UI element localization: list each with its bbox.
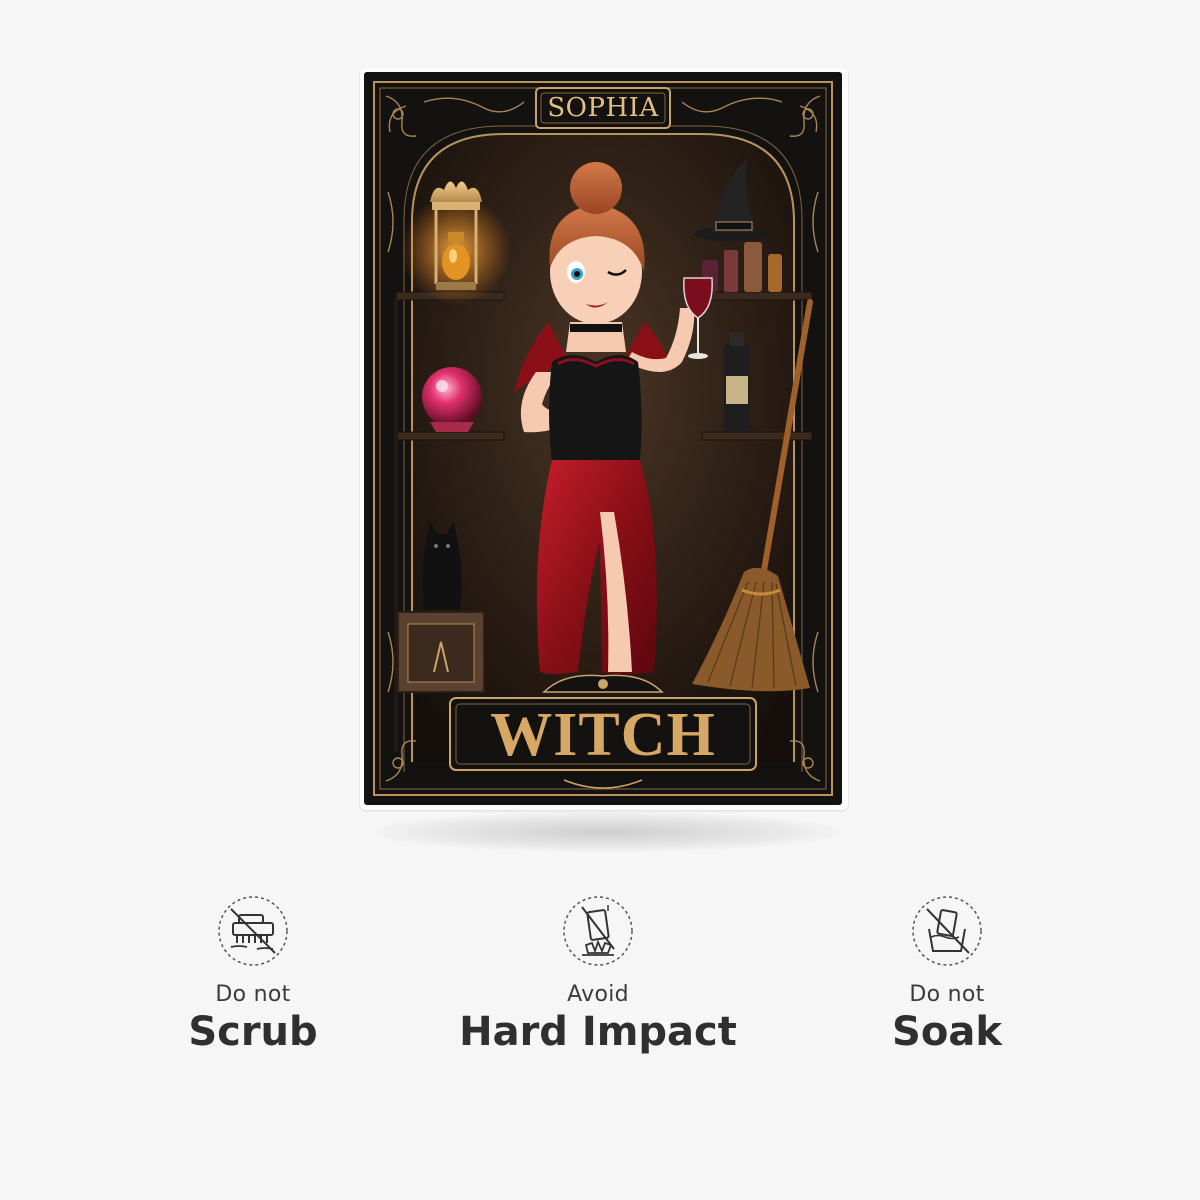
care-instructions: Do not Scrub Avoid Hard Impact Do not So… (0, 895, 1200, 1075)
care-sub-label: Avoid (567, 982, 629, 1007)
care-item-soak: Do not Soak (787, 895, 1107, 1055)
product-shadow (372, 812, 842, 852)
card-name: SOPHIA (547, 93, 659, 123)
care-main-label: Scrub (188, 1009, 318, 1055)
no-scrub-icon (218, 896, 288, 966)
card-title: WITCH (490, 701, 716, 769)
witch-card: SOPHIA WITCH (364, 72, 842, 805)
care-sub-label: Do not (909, 982, 985, 1007)
no-soak-icon (912, 896, 982, 966)
care-sub-label: Do not (215, 982, 291, 1007)
care-main-label: Soak (892, 1009, 1002, 1055)
card-artwork (373, 81, 833, 796)
care-item-impact: Avoid Hard Impact (438, 895, 758, 1055)
crystal-ball-icon (422, 367, 482, 432)
care-item-scrub: Do not Scrub (93, 895, 413, 1055)
no-impact-icon (563, 896, 633, 966)
care-main-label: Hard Impact (459, 1009, 737, 1055)
